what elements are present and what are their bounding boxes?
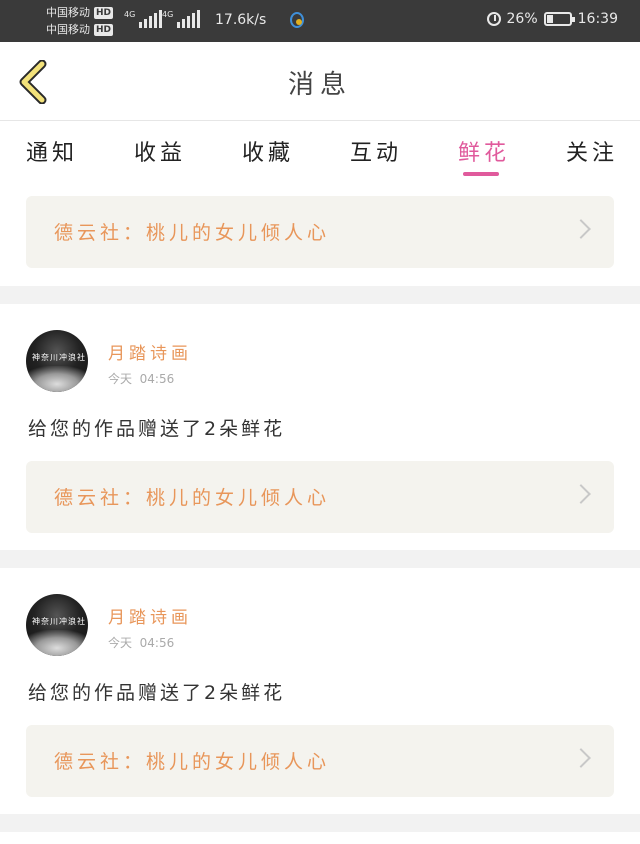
carrier-2: 中国移动 xyxy=(46,23,90,36)
network-type-1: 4G xyxy=(124,10,136,19)
tab-notifications[interactable]: 通知 xyxy=(26,135,78,167)
app-notification-icon xyxy=(290,12,304,28)
timestamp-day: 今天 xyxy=(108,372,133,386)
message-text: 给您的作品赠送了2朵鲜花 xyxy=(28,418,286,440)
battery-fill xyxy=(546,15,553,23)
message-text: 给您的作品赠送了2朵鲜花 xyxy=(28,682,286,704)
username[interactable]: 月踏诗画 xyxy=(108,339,192,364)
work-title: 德云社：桃儿的女儿倾人心 xyxy=(54,487,331,509)
message-item: 神奈川冲浪社 月踏诗画 今天 04:56 给您的作品赠送了2朵鲜花 德云社：桃儿… xyxy=(0,304,640,550)
avatar[interactable]: 神奈川冲浪社 xyxy=(26,330,88,392)
network-speed: 17.6k/s xyxy=(215,12,267,28)
avatar[interactable]: 神奈川冲浪社 xyxy=(26,594,88,656)
avatar-image xyxy=(26,630,88,656)
battery-percent: 26% xyxy=(506,11,538,27)
battery-icon xyxy=(543,12,575,26)
top-nav-bar: 消息 xyxy=(0,42,640,121)
avatar-text: 神奈川冲浪社 xyxy=(32,353,86,362)
carrier-1: 中国移动 xyxy=(46,6,90,19)
tab-interactions[interactable]: 互动 xyxy=(350,135,402,167)
hd-badge: HD xyxy=(94,6,114,19)
work-link[interactable]: 德云社：桃儿的女儿倾人心 xyxy=(26,196,614,268)
work-link[interactable]: 德云社：桃儿的女儿倾人心 xyxy=(26,725,614,797)
active-tab-indicator xyxy=(463,172,499,176)
status-bar: 中国移动 HD 中国移动 HD 4G 4G 17.6k/s 26% 16:39 xyxy=(0,0,640,42)
chevron-right-icon xyxy=(571,748,591,768)
chevron-right-icon xyxy=(571,484,591,504)
signal-icon: 4G xyxy=(162,10,201,28)
signal-icon: 4G xyxy=(124,10,163,28)
message-item xyxy=(0,832,640,844)
avatar-image xyxy=(26,366,88,392)
tab-bar: 通知 收益 收藏 互动 鲜花 关注 xyxy=(0,121,640,183)
username[interactable]: 月踏诗画 xyxy=(108,603,192,628)
tab-flowers[interactable]: 鲜花 xyxy=(458,135,510,167)
alarm-icon xyxy=(486,12,501,26)
hd-badge: HD xyxy=(94,23,114,36)
tab-earnings[interactable]: 收益 xyxy=(134,135,186,167)
network-type-2: 4G xyxy=(162,10,174,19)
clock: 16:39 xyxy=(577,11,618,27)
timestamp-day: 今天 xyxy=(108,636,133,650)
tab-favorites[interactable]: 收藏 xyxy=(242,135,294,167)
avatar-text: 神奈川冲浪社 xyxy=(32,617,86,626)
timestamp-time: 04:56 xyxy=(139,372,175,386)
timestamp: 今天 04:56 xyxy=(108,634,174,651)
work-title: 德云社：桃儿的女儿倾人心 xyxy=(54,222,331,244)
timestamp-time: 04:56 xyxy=(139,636,175,650)
chevron-right-icon xyxy=(571,219,591,239)
carrier-info: 中国移动 HD 中国移动 HD xyxy=(46,4,114,38)
work-link[interactable]: 德云社：桃儿的女儿倾人心 xyxy=(26,461,614,533)
work-title: 德云社：桃儿的女儿倾人心 xyxy=(54,751,331,773)
message-item: 神奈川冲浪社 月踏诗画 今天 04:56 给您的作品赠送了2朵鲜花 德云社：桃儿… xyxy=(0,568,640,814)
timestamp: 今天 04:56 xyxy=(108,370,174,387)
tab-follows[interactable]: 关注 xyxy=(566,135,618,167)
page-title: 消息 xyxy=(287,70,352,100)
message-item: 德云社：桃儿的女儿倾人心 xyxy=(0,183,640,286)
